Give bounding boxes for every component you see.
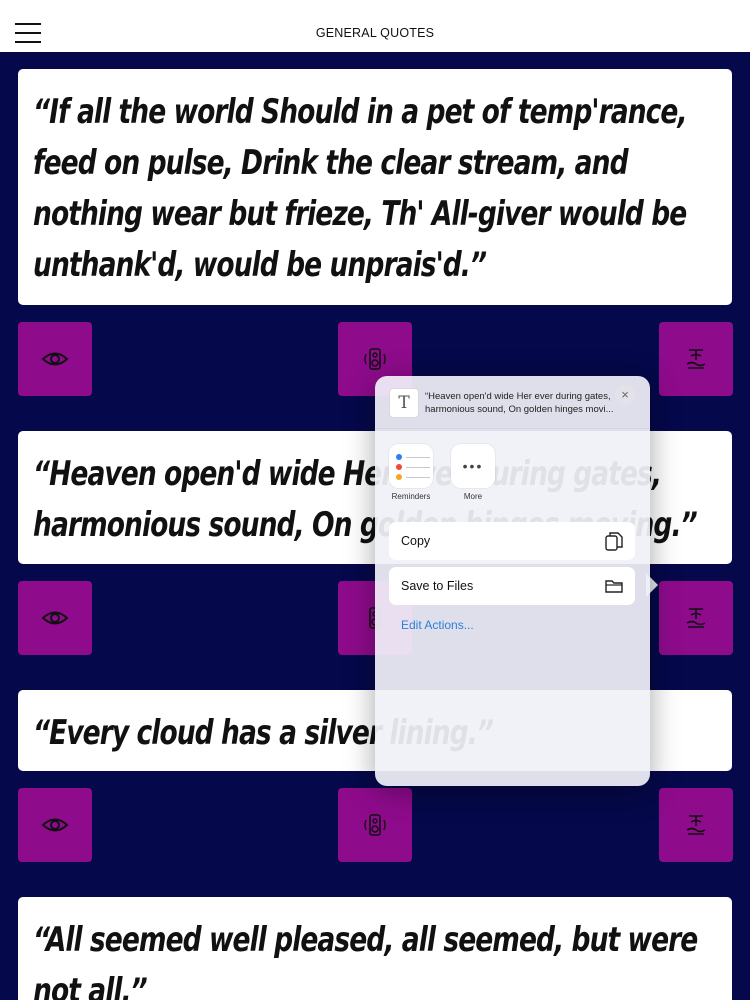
speak-button[interactable] — [338, 788, 412, 862]
app-header: GENERAL QUOTES — [0, 0, 750, 52]
speaker-icon — [364, 348, 386, 370]
hand-icon — [686, 608, 706, 628]
share-button[interactable] — [659, 322, 733, 396]
page-title: GENERAL QUOTES — [315, 26, 435, 40]
app-label: More — [463, 492, 483, 501]
text-document-icon: T — [389, 388, 419, 418]
copy-action[interactable]: Copy — [389, 522, 635, 560]
share-preview: “Heaven open'd wide Her ever during gate… — [425, 390, 625, 416]
quote-text: “If all the world Should in a pet of tem… — [33, 92, 688, 285]
save-to-files-action[interactable]: Save to Files — [389, 567, 635, 605]
quote-text: “All seemed well pleased, all seemed, bu… — [33, 920, 698, 1000]
eye-icon — [41, 818, 69, 832]
folder-icon — [605, 580, 623, 593]
share-button[interactable] — [659, 581, 733, 655]
preview-line: harmonious sound, On golden hinges movi.… — [425, 404, 614, 415]
speaker-icon — [364, 814, 386, 836]
more-app-button[interactable]: ••• — [451, 444, 495, 488]
eye-icon — [41, 352, 69, 366]
quote-card[interactable]: “If all the world Should in a pet of tem… — [18, 69, 732, 305]
copy-icon — [605, 532, 623, 551]
app-label: Reminders — [391, 492, 431, 501]
action-label: Copy — [401, 534, 431, 548]
quote-card[interactable]: “All seemed well pleased, all seemed, bu… — [18, 897, 732, 1000]
close-icon[interactable]: × — [615, 385, 635, 405]
eye-icon — [41, 611, 69, 625]
preview-line: “Heaven open'd wide Her ever during gate… — [425, 391, 611, 402]
share-button[interactable] — [659, 788, 733, 862]
more-icon: ••• — [462, 458, 484, 474]
view-button[interactable] — [18, 788, 92, 862]
share-sheet: T “Heaven open'd wide Her ever during ga… — [375, 376, 650, 786]
divider — [375, 428, 650, 429]
hand-icon — [686, 815, 706, 835]
view-button[interactable] — [18, 322, 92, 396]
reminders-app-button[interactable] — [389, 444, 433, 488]
action-label: Save to Files — [401, 579, 474, 593]
hand-icon — [686, 349, 706, 369]
view-button[interactable] — [18, 581, 92, 655]
edit-actions-link[interactable]: Edit Actions... — [401, 618, 474, 632]
